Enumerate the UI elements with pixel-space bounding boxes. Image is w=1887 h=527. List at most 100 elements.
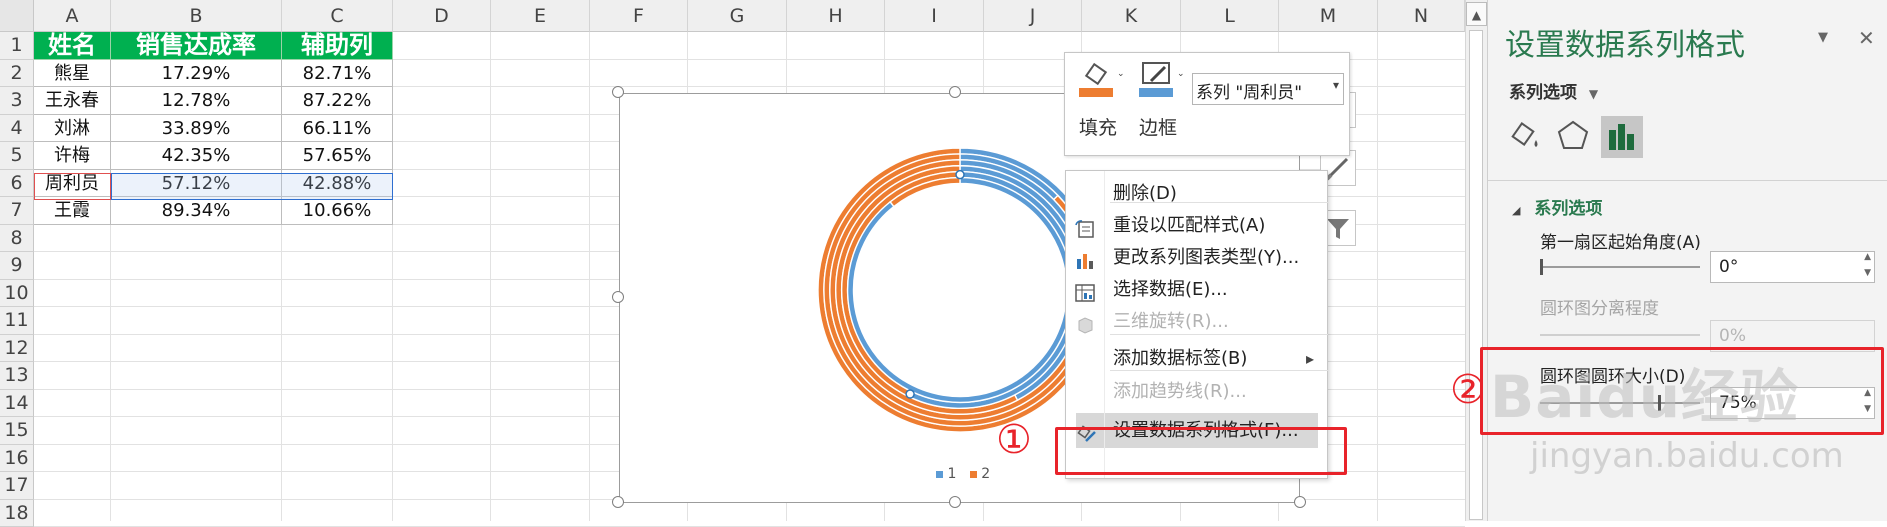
menu-item[interactable]: 重设以匹配样式(A)	[1066, 208, 1328, 243]
menu-item-label: 删除(D)	[1113, 176, 1177, 211]
spin-up-icon[interactable]: ▲	[1864, 252, 1871, 262]
column-header-e[interactable]: E	[491, 0, 590, 32]
table-cell[interactable]: 10.66%	[282, 197, 393, 225]
close-icon[interactable]: ✕	[1858, 26, 1875, 50]
change-chart-type-icon	[1074, 248, 1096, 268]
table-cell[interactable]: 66.11%	[282, 115, 393, 143]
row-header-17[interactable]: 17	[0, 472, 34, 500]
series-select-value: 系列 "周利员"	[1196, 78, 1302, 103]
menu-item: 添加趋势线(R)...	[1066, 374, 1328, 409]
table-header-cell[interactable]: 姓名	[34, 32, 111, 60]
table-cell[interactable]: 熊星	[34, 60, 111, 88]
resize-handle[interactable]	[612, 86, 624, 98]
column-header-h[interactable]: H	[787, 0, 885, 32]
resize-handle[interactable]	[949, 86, 961, 98]
menu-item[interactable]: 选择数据(E)...	[1066, 272, 1328, 307]
resize-handle[interactable]	[1294, 496, 1306, 508]
section-header[interactable]: ◢ 系列选项	[1512, 194, 1602, 219]
column-header-j[interactable]: J	[984, 0, 1082, 32]
select-all-corner[interactable]	[0, 0, 34, 32]
row-header-1[interactable]: 1	[0, 32, 34, 60]
table-cell[interactable]: 57.65%	[282, 142, 393, 170]
column-header-a[interactable]: A	[34, 0, 111, 32]
series-options-tab[interactable]: 系列选项 ▼	[1509, 78, 1598, 103]
table-cell[interactable]: 刘淋	[34, 115, 111, 143]
row-header-8[interactable]: 8	[0, 225, 34, 253]
row-header-4[interactable]: 4	[0, 115, 34, 143]
pane-options-dropdown-icon[interactable]: ▼	[1818, 30, 1828, 45]
effects-tab[interactable]	[1554, 116, 1592, 156]
scrollbar-thumb[interactable]	[1469, 30, 1483, 520]
resize-handle[interactable]	[612, 496, 624, 508]
chevron-down-icon: ▼	[1589, 87, 1598, 101]
row-header-12[interactable]: 12	[0, 335, 34, 363]
table-cell[interactable]: 89.34%	[111, 197, 282, 225]
fill-line-tab[interactable]	[1506, 116, 1544, 156]
mini-toolbar: ⌄ 填充 ⌄ 边框 系列 "周利员" ▾	[1064, 52, 1350, 156]
table-cell[interactable]: 12.78%	[111, 87, 282, 115]
row-header-10[interactable]: 10	[0, 280, 34, 308]
table-header-cell[interactable]: 销售达成率	[111, 32, 282, 60]
chart-legend[interactable]: 1 2	[936, 466, 990, 482]
row-header-6[interactable]: 6	[0, 170, 34, 198]
column-header-f[interactable]: F	[590, 0, 688, 32]
row-header-9[interactable]: 9	[0, 252, 34, 280]
resize-handle[interactable]	[949, 496, 961, 508]
first-angle-slider[interactable]	[1540, 266, 1700, 268]
table-cell[interactable]: 17.29%	[111, 60, 282, 88]
border-button[interactable]: ⌄ 边框	[1133, 59, 1185, 149]
series-options-icon-tab[interactable]	[1601, 116, 1643, 158]
menu-item[interactable]: 更改系列图表类型(Y)...	[1066, 240, 1328, 275]
table-cell[interactable]: 42.35%	[111, 142, 282, 170]
column-header-d[interactable]: D	[393, 0, 491, 32]
baidu-watermark: Baidu经验	[1490, 350, 1799, 434]
row-header-15[interactable]: 15	[0, 417, 34, 445]
doughnut-segment-ring6-series1[interactable]	[848, 178, 1073, 403]
fill-button[interactable]: ⌄ 填充	[1073, 59, 1125, 149]
row-header-18[interactable]: 18	[0, 500, 34, 527]
column-header-c[interactable]: C	[282, 0, 393, 32]
spin-down-icon[interactable]: ▼	[1864, 268, 1871, 278]
chevron-down-icon: ▾	[1333, 78, 1339, 92]
first-angle-label: 第一扇区起始角度(A)	[1540, 228, 1701, 253]
scroll-up-arrow[interactable]: ▲	[1466, 2, 1487, 26]
table-cell[interactable]: 王永春	[34, 87, 111, 115]
row-header-16[interactable]: 16	[0, 445, 34, 473]
column-header-k[interactable]: K	[1082, 0, 1181, 32]
column-header-b[interactable]: B	[111, 0, 282, 32]
column-header-m[interactable]: M	[1279, 0, 1378, 32]
legend-label-2: 2	[981, 466, 990, 482]
column-header-g[interactable]: G	[688, 0, 787, 32]
row-header-5[interactable]: 5	[0, 142, 34, 170]
table-cell[interactable]: 87.22%	[282, 87, 393, 115]
select-data-icon	[1074, 280, 1096, 300]
row-header-14[interactable]: 14	[0, 390, 34, 418]
pane-title: 设置数据系列格式	[1505, 20, 1745, 64]
table-cell[interactable]: 82.71%	[282, 60, 393, 88]
watermark-url: jingyan.baidu.com	[1530, 436, 1844, 476]
column-header-n[interactable]: N	[1378, 0, 1465, 32]
slider-knob[interactable]	[1540, 259, 1543, 275]
row-header-3[interactable]: 3	[0, 87, 34, 115]
row-header-11[interactable]: 11	[0, 307, 34, 335]
vertical-scrollbar[interactable]: ▲	[1465, 0, 1487, 521]
row-header-7[interactable]: 7	[0, 197, 34, 225]
table-cell[interactable]: 33.89%	[111, 115, 282, 143]
first-angle-spinner[interactable]: 0° ▲ ▼	[1710, 251, 1875, 283]
column-header-l[interactable]: L	[1181, 0, 1279, 32]
series-selection-handle[interactable]	[906, 390, 914, 398]
explosion-value: 0%	[1719, 326, 1746, 346]
menu-item[interactable]: 删除(D)	[1066, 176, 1328, 211]
dropdown-arrow-icon: ⌄	[1117, 69, 1125, 79]
series-select[interactable]: 系列 "周利员" ▾	[1192, 73, 1344, 105]
resize-handle[interactable]	[612, 291, 624, 303]
series-selection-handle[interactable]	[956, 171, 964, 179]
menu-separator	[1110, 370, 1328, 371]
table-cell[interactable]: 王霞	[34, 197, 111, 225]
table-header-cell[interactable]: 辅助列	[282, 32, 393, 60]
column-header-i[interactable]: I	[885, 0, 984, 32]
table-cell[interactable]: 许梅	[34, 142, 111, 170]
row-header-2[interactable]: 2	[0, 60, 34, 88]
gridline	[490, 32, 491, 521]
row-header-13[interactable]: 13	[0, 362, 34, 390]
